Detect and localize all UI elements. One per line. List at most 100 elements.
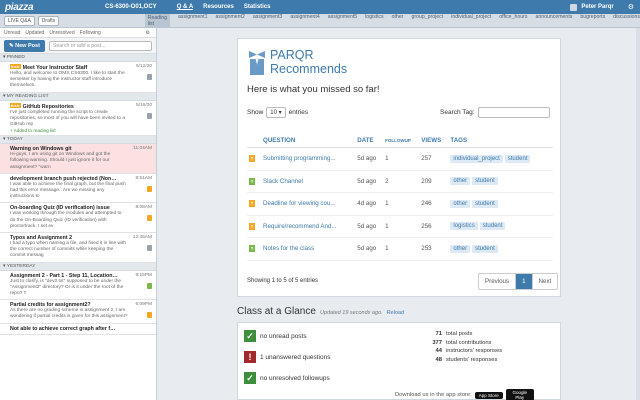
previous-button[interactable]: Previous bbox=[479, 274, 517, 289]
search-input[interactable]: Search or add a post... bbox=[48, 40, 152, 51]
new-post-button[interactable]: ✎ New Post bbox=[4, 39, 45, 52]
question-icon bbox=[147, 215, 152, 222]
tag[interactable]: individual_project bbox=[450, 154, 503, 163]
table-row[interactable]: ? Deadline for viewing cou... 4d ago 1 2… bbox=[247, 192, 553, 216]
folder-item[interactable]: assignment5 bbox=[328, 14, 357, 28]
list-item[interactable]: Typos and Assignment 2 I had a typo when… bbox=[0, 233, 156, 263]
folder-reading-list[interactable]: Reading list bbox=[144, 13, 171, 28]
folder-item[interactable]: bugreports bbox=[580, 14, 605, 28]
list-item[interactable]: Assignment 2 - Part 1 - Step 11, Locatio… bbox=[0, 271, 156, 301]
nav-statistics[interactable]: Statistics bbox=[244, 4, 271, 10]
drafts-button[interactable]: Drafts bbox=[37, 15, 60, 26]
tag[interactable]: student bbox=[504, 154, 531, 163]
table-row[interactable]: ? Slack Channel 5d ago 2 209 other studen… bbox=[247, 170, 553, 193]
filter-unresolved[interactable]: Unresolved bbox=[49, 30, 74, 36]
tag[interactable]: student bbox=[472, 244, 498, 253]
question-link[interactable]: Submitting programming... bbox=[261, 147, 356, 171]
user-menu[interactable]: Peter Parqr bbox=[570, 3, 614, 11]
tag[interactable]: logistics bbox=[450, 222, 478, 231]
tuxedo-icon bbox=[247, 49, 267, 75]
tag[interactable]: student bbox=[472, 177, 498, 186]
recommendations-table: QUESTION DATE FOLLOWUP VIEWS TAGS ? Subm… bbox=[247, 134, 553, 261]
list-item[interactable]: Not able to achieve correct graph after … bbox=[0, 324, 156, 335]
question-icon: ? bbox=[249, 245, 255, 253]
tag[interactable]: other bbox=[450, 244, 471, 253]
glance-unread: ✓ no unread posts bbox=[244, 330, 307, 342]
course-selector[interactable]: CS-6300-O01,OCY bbox=[105, 4, 157, 10]
list-item[interactable]: Partial credits for assignment2? As ther… bbox=[0, 300, 156, 324]
tag[interactable]: other bbox=[450, 177, 471, 186]
col-question[interactable]: QUESTION bbox=[261, 134, 356, 148]
col-tags[interactable]: TAGS bbox=[448, 134, 553, 148]
parqr-recommends-card: PARQR Recommends Here is what you missed… bbox=[237, 38, 561, 297]
glance-title: Class at a Glance bbox=[237, 306, 316, 317]
section-reading-list[interactable]: ▾ MY READING LIST bbox=[0, 92, 156, 101]
tag-search: Search Tag: bbox=[440, 107, 550, 118]
folder-item[interactable]: announcements bbox=[535, 14, 572, 28]
folder-bar: LIVE Q&A Drafts Reading list assignment1… bbox=[0, 13, 640, 28]
folder-item[interactable]: other bbox=[392, 14, 404, 28]
list-item[interactable]: Instr Meet Your Instructor Staff Hello, a… bbox=[0, 62, 156, 93]
note-icon bbox=[147, 112, 152, 119]
feed-filters: Unread Updated Unresolved Following ⚙ bbox=[0, 28, 156, 38]
folder-item[interactable]: assignment4 bbox=[290, 14, 319, 28]
list-item[interactable]: Instr GitHub Repositories I've just compl… bbox=[0, 101, 156, 137]
next-button[interactable]: Next bbox=[533, 274, 558, 289]
folder-item[interactable]: logistics bbox=[365, 14, 383, 28]
folder-item[interactable]: assignment1 bbox=[178, 14, 207, 28]
post-feed: Unread Updated Unresolved Following ⚙ ✎ … bbox=[0, 28, 157, 400]
list-item[interactable]: On-boarding Quiz (ID verification) issue… bbox=[0, 203, 156, 234]
folder-item[interactable]: assignment2 bbox=[215, 14, 244, 28]
class-at-a-glance: Class at a Glance Updated 19 seconds ago… bbox=[237, 306, 561, 400]
piazza-logo[interactable]: piazza bbox=[5, 2, 47, 13]
check-icon: ✓ bbox=[244, 330, 256, 342]
entries-select[interactable]: 10 ▾ bbox=[266, 107, 286, 118]
col-followup[interactable]: FOLLOWUP bbox=[383, 134, 420, 148]
tag[interactable]: student bbox=[479, 222, 506, 231]
col-views[interactable]: VIEWS bbox=[419, 134, 449, 148]
list-item[interactable]: Warning on Windows git Hi-guys, I am usi… bbox=[0, 144, 156, 174]
section-pinned[interactable]: ▾ PINNED bbox=[0, 54, 156, 62]
folder-list: Reading list assignment1 assignment2 ass… bbox=[139, 13, 640, 28]
page-scrollbar[interactable] bbox=[636, 28, 640, 400]
gear-icon[interactable]: ⚙ bbox=[146, 30, 150, 36]
filter-unread[interactable]: Unread bbox=[4, 30, 20, 36]
folder-item[interactable]: discussions bbox=[613, 14, 640, 28]
filter-updated[interactable]: Updated bbox=[25, 30, 44, 36]
folder-item[interactable]: office_hours bbox=[499, 14, 527, 28]
question-icon bbox=[147, 185, 152, 192]
note-icon bbox=[147, 74, 152, 80]
table-row[interactable]: ? Submitting programming... 5d ago 1 257… bbox=[247, 147, 553, 171]
question-icon: ? bbox=[249, 155, 255, 163]
app-store-badge[interactable]: App Store bbox=[474, 391, 503, 399]
reload-link[interactable]: Reload bbox=[387, 310, 404, 316]
folder-item[interactable]: group_project bbox=[411, 14, 443, 28]
section-yesterday[interactable]: ▾ YESTERDAY bbox=[0, 262, 156, 271]
class-stats: 71 total posts 377 total contributions 44 i… bbox=[432, 331, 503, 364]
folder-item[interactable]: assignment3 bbox=[253, 14, 282, 28]
question-link[interactable]: Slack Channel bbox=[261, 170, 356, 193]
google-play-badge[interactable]: Google Play bbox=[505, 389, 534, 400]
page-1-button[interactable]: 1 bbox=[516, 274, 533, 289]
col-date[interactable]: DATE bbox=[355, 134, 384, 148]
tag-search-input[interactable] bbox=[477, 107, 550, 118]
entries-info: Showing 1 to 5 of 5 entries bbox=[247, 278, 319, 284]
table-row[interactable]: ? Require/recommend And... 5d ago 1 256 … bbox=[247, 215, 553, 238]
nav-qa[interactable]: Q & A bbox=[177, 4, 193, 10]
filter-following[interactable]: Following bbox=[80, 30, 101, 36]
question-icon: ? bbox=[249, 177, 255, 185]
gear-icon[interactable]: ⚙ bbox=[628, 3, 634, 11]
list-item[interactable]: development branch push rejected (Non-f.… bbox=[0, 174, 156, 204]
nav-resources[interactable]: Resources bbox=[203, 4, 234, 10]
tag[interactable]: student bbox=[472, 199, 498, 208]
question-link[interactable]: Deadline for viewing cou... bbox=[261, 192, 356, 216]
tag[interactable]: other bbox=[450, 199, 471, 208]
question-link[interactable]: Notes for the class bbox=[261, 237, 356, 261]
section-today[interactable]: ▾ TODAY bbox=[0, 136, 156, 145]
question-link[interactable]: Require/recommend And... bbox=[261, 215, 356, 238]
folder-item[interactable]: individual_project bbox=[451, 14, 491, 28]
table-row[interactable]: ? Notes for the class 5d ago 1 253 other… bbox=[247, 237, 553, 261]
glance-unanswered[interactable]: ! 1 unanswered questions bbox=[244, 351, 330, 363]
question-icon bbox=[147, 282, 152, 289]
live-qa-button[interactable]: LIVE Q&A bbox=[4, 15, 35, 26]
